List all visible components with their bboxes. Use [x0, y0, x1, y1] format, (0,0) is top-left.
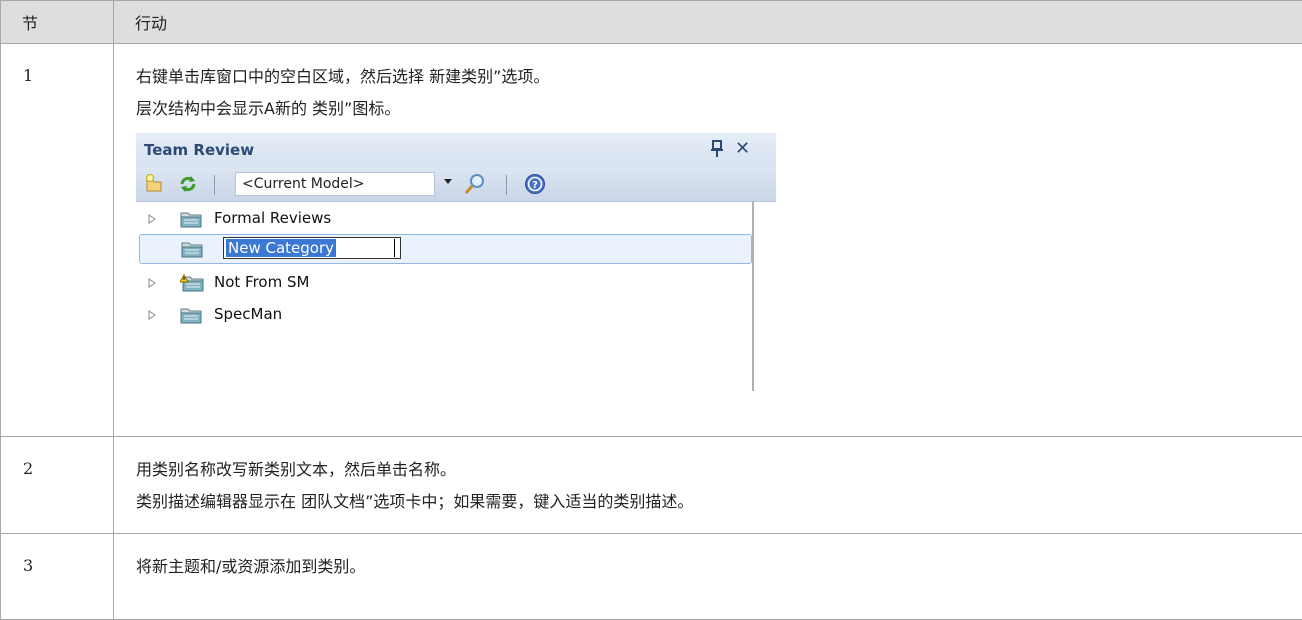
expand-arrow-icon[interactable]: [148, 310, 156, 320]
table-row: 2 用类别名称改写新类别文本，然后单击名称。 类别描述编辑器显示在 团队文档”选…: [1, 437, 1302, 534]
folder-icon: [180, 210, 202, 228]
action-cell: 用类别名称改写新类别文本，然后单击名称。 类别描述编辑器显示在 团队文档”选项卡…: [114, 437, 1302, 534]
panel-title-bar: Team Review ✕: [136, 133, 776, 167]
action-cell: 右键单击库窗口中的空白区域，然后选择 新建类别”选项。 层次结构中会显示A新的 …: [114, 44, 1302, 437]
toolbar-separator: [506, 175, 507, 195]
panel-scrollbar-edge: [752, 201, 754, 391]
tree-item-formal-reviews[interactable]: Formal Reviews: [136, 204, 751, 234]
chevron-down-icon[interactable]: [444, 179, 452, 185]
tree-item-new-category[interactable]: New Category: [139, 234, 752, 264]
help-icon[interactable]: ?: [524, 173, 546, 195]
folder-icon: [181, 240, 203, 258]
rename-input[interactable]: New Category: [223, 237, 401, 259]
table-row: 3 将新主题和/或资源添加到类别。: [1, 534, 1302, 620]
step-number: 2: [1, 437, 114, 534]
tree-item-specman[interactable]: SpecMan: [136, 300, 751, 330]
new-category-icon[interactable]: [144, 174, 164, 194]
action-line: 用类别名称改写新类别文本，然后单击名称。: [136, 454, 1302, 486]
action-line: 右键单击库窗口中的空白区域，然后选择 新建类别”选项。: [136, 61, 1302, 93]
team-review-panel: Team Review ✕: [136, 133, 776, 391]
panel-title: Team Review: [144, 141, 254, 159]
table-row: 1 右键单击库窗口中的空白区域，然后选择 新建类别”选项。 层次结构中会显示A新…: [1, 44, 1302, 437]
text-caret: [394, 239, 395, 257]
header-step: 节: [1, 1, 114, 44]
tree-item-label: Formal Reviews: [214, 209, 331, 227]
toolbar-separator: [214, 175, 215, 195]
close-icon[interactable]: ✕: [735, 140, 750, 158]
search-icon[interactable]: [464, 173, 486, 195]
header-action: 行动: [114, 1, 1302, 44]
step-number: 3: [1, 534, 114, 620]
pin-icon[interactable]: [710, 140, 724, 158]
tree-item-label: SpecMan: [214, 305, 282, 323]
expand-arrow-icon[interactable]: [148, 278, 156, 288]
folder-warning-icon: [180, 274, 204, 292]
folder-icon: [180, 306, 202, 324]
header-row: 节 行动: [1, 1, 1302, 44]
rename-input-text: New Category: [226, 239, 336, 257]
steps-table: 节 行动 1 右键单击库窗口中的空白区域，然后选择 新建类别”选项。 层次结构中…: [0, 0, 1302, 620]
expand-arrow-icon[interactable]: [148, 214, 156, 224]
tree-item-not-from-sm[interactable]: Not From SM: [136, 268, 751, 298]
tree-item-label: Not From SM: [214, 273, 309, 291]
svg-text:?: ?: [532, 180, 538, 191]
action-line: 将新主题和/或资源添加到类别。: [136, 551, 1302, 583]
action-line: 层次结构中会显示A新的 类别”图标。: [136, 93, 1302, 125]
refresh-icon[interactable]: [178, 174, 198, 194]
model-select[interactable]: <Current Model>: [235, 172, 435, 196]
action-cell: 将新主题和/或资源添加到类别。: [114, 534, 1302, 620]
action-line: 类别描述编辑器显示在 团队文档”选项卡中；如果需要，键入适当的类别描述。: [136, 486, 1302, 518]
step-number: 1: [1, 44, 114, 437]
panel-toolbar: <Current Model> ?: [136, 167, 776, 202]
